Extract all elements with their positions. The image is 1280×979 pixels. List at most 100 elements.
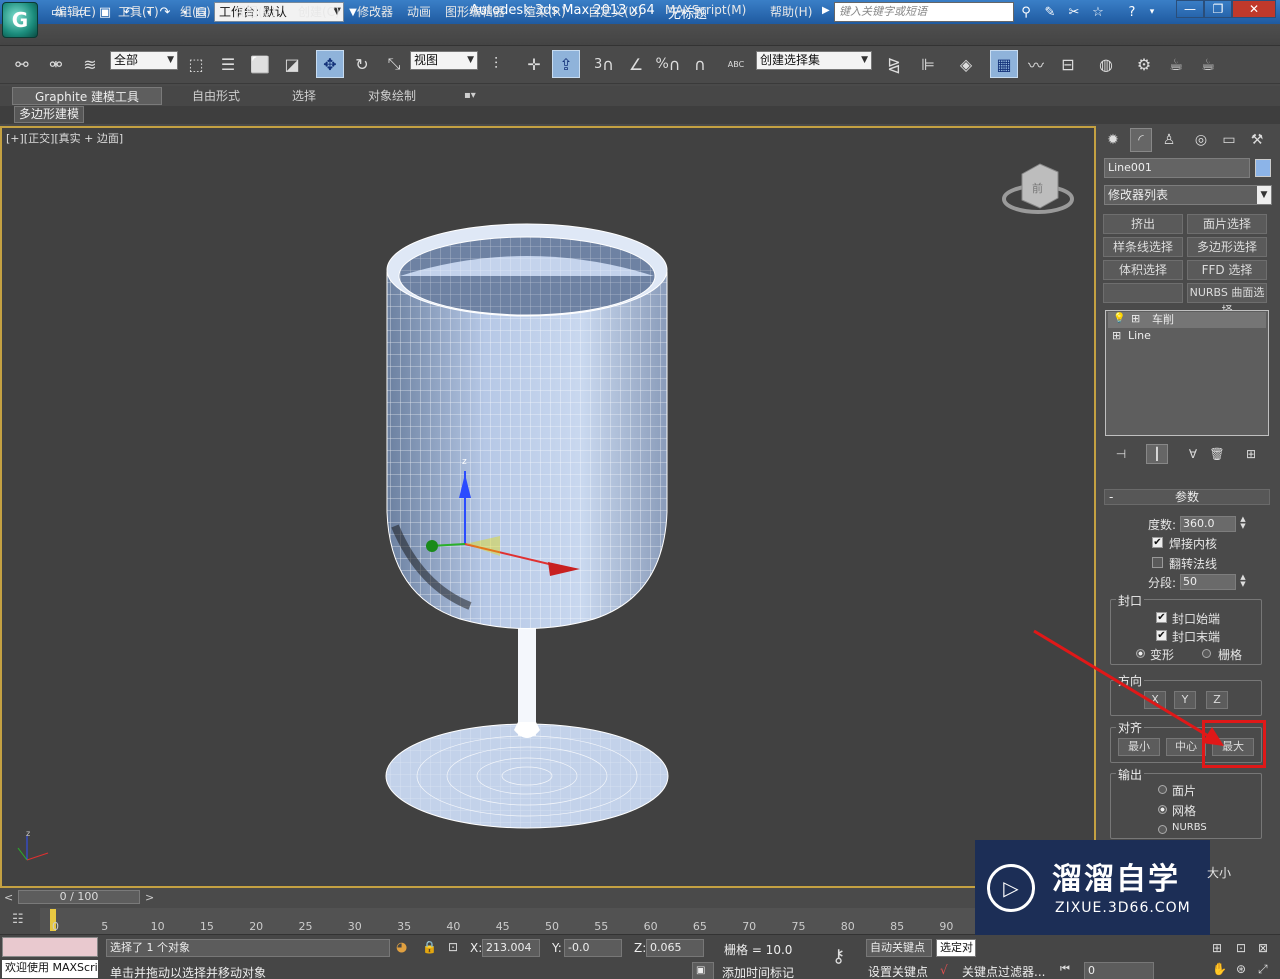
select-scale-icon[interactable]: ⤡	[380, 50, 408, 78]
rendered-frame-window-icon[interactable]: ☕	[1162, 50, 1190, 78]
modify-tab-icon[interactable]: ◜	[1130, 128, 1152, 152]
output-mesh-radio[interactable]	[1158, 805, 1167, 814]
lock-selection-icon[interactable]: 🔒	[422, 940, 437, 954]
parameters-rollout-header[interactable]: - 参数	[1104, 489, 1270, 505]
object-color-swatch[interactable]	[1255, 159, 1271, 177]
tools-icon[interactable]: ✂	[1064, 3, 1084, 21]
mirror-icon[interactable]: ⧎	[880, 50, 908, 78]
create-tab-icon[interactable]: ✹	[1102, 128, 1124, 152]
add-time-tag[interactable]: 添加时间标记	[722, 964, 794, 979]
communication-icon[interactable]: ✎	[1040, 3, 1060, 21]
pin-stack-icon[interactable]: ⊣	[1110, 444, 1132, 464]
select-by-name-icon[interactable]: ☰	[214, 50, 242, 78]
frame-step-icon[interactable]: ⏮	[1060, 962, 1070, 976]
tab-graphite-modeling[interactable]: Graphite 建模工具	[12, 87, 162, 105]
menu-customize[interactable]: 自定义(U)	[588, 3, 642, 20]
binoculars-icon[interactable]: ⚲	[1016, 3, 1036, 21]
app-logo-button[interactable]: G	[2, 2, 38, 38]
pan-icon[interactable]: ✋	[1212, 962, 1227, 976]
zoom-extents-icon[interactable]: ⊡	[1236, 941, 1246, 955]
help-icon[interactable]: ?	[1122, 3, 1142, 21]
menu-views[interactable]: 视图(V)	[234, 3, 276, 20]
modifier-list-select[interactable]: 修改器列表 ▼	[1104, 185, 1272, 205]
polygon-modeling-panel[interactable]: 多边形建模	[14, 106, 85, 123]
cap-start-checkbox[interactable]: ✔	[1156, 612, 1167, 623]
time-next-icon[interactable]: >	[145, 891, 154, 904]
maxscript-mini-listener[interactable]: 欢迎使用 MAXScri	[2, 960, 98, 978]
y-coord-field[interactable]: -0.0	[564, 939, 622, 957]
output-patch-radio[interactable]	[1158, 785, 1167, 794]
time-slider[interactable]: 0 / 100	[18, 890, 140, 904]
nurbs-surface-select-button[interactable]: NURBS 曲面选择	[1187, 283, 1267, 317]
spinner-snap-icon[interactable]: ∩	[686, 50, 714, 78]
graphite-toggle-icon[interactable]: ▦	[990, 50, 1018, 78]
ribbon-options-icon[interactable]: ▪▾	[464, 87, 476, 105]
stack-item-lathe[interactable]: 车削	[1100, 312, 1258, 328]
maxscript-listener[interactable]	[2, 937, 98, 957]
absolute-mode-icon[interactable]: ⊡	[448, 940, 458, 954]
current-frame-field[interactable]: 0	[1084, 962, 1154, 979]
show-end-result-icon[interactable]: ┃	[1146, 444, 1168, 464]
layer-manager-icon[interactable]: ◈	[952, 50, 980, 78]
time-prev-icon[interactable]: <	[4, 891, 13, 904]
menu-animation[interactable]: 动画	[407, 3, 431, 20]
flip-normals-checkbox[interactable]	[1152, 557, 1163, 568]
maximize-icon[interactable]: ❐	[1204, 0, 1232, 18]
stack-item-line[interactable]: Line	[1100, 328, 1258, 344]
help-dropdown-icon[interactable]: ▾	[1142, 3, 1162, 21]
maximize-viewport-icon[interactable]: ⤢	[1258, 962, 1268, 977]
menu-maxscript[interactable]: MAXScript(M)	[665, 3, 746, 17]
time-tag-icon[interactable]: ▣	[692, 962, 714, 979]
tab-freeform[interactable]: 自由形式	[192, 87, 240, 105]
pivot-center-icon[interactable]: ⫶	[482, 50, 510, 78]
key-filters-button[interactable]: 关键点过滤器...	[962, 963, 1045, 979]
empty-modifier-button[interactable]	[1103, 283, 1183, 303]
utilities-tab-icon[interactable]: ⚒	[1246, 128, 1268, 152]
segments-spinner[interactable]: 50 ▲ ▼	[1180, 574, 1246, 590]
spline-select-button[interactable]: 样条线选择	[1103, 237, 1183, 257]
align-icon[interactable]: ⊫	[914, 50, 942, 78]
minimize-icon[interactable]: —	[1176, 0, 1204, 18]
edit-named-selection-icon[interactable]: ABC	[722, 50, 750, 78]
tab-selection[interactable]: 选择	[292, 87, 316, 105]
vol-select-button[interactable]: 体积选择	[1103, 260, 1183, 280]
save-icon[interactable]: ▣	[96, 3, 114, 21]
named-selection-set-select[interactable]: 创建选择集 ▼	[756, 51, 872, 70]
select-object-icon[interactable]: ⬚	[182, 50, 210, 78]
menu-group[interactable]: 组(G)	[180, 3, 211, 20]
curve-editor-icon[interactable]: 〰	[1022, 50, 1050, 78]
remove-modifier-icon[interactable]: 🗑	[1206, 444, 1228, 464]
configure-sets-icon[interactable]: ⊞	[1240, 444, 1262, 464]
auto-key-button[interactable]: 自动关键点	[866, 939, 932, 957]
render-setup-icon[interactable]: ⚙	[1130, 50, 1158, 78]
selection-filter-select[interactable]: 全部 ▼	[110, 51, 178, 70]
orbit-icon[interactable]: ⊛	[1236, 962, 1246, 976]
isolate-icon[interactable]: ◕	[396, 940, 407, 955]
zoom-all-icon[interactable]: ⊠	[1258, 941, 1268, 955]
menu-help[interactable]: 帮助(H)	[770, 3, 812, 20]
search-expand-icon[interactable]: ▶	[822, 5, 830, 16]
select-rotate-icon[interactable]: ↻	[348, 50, 376, 78]
output-nurbs-radio[interactable]	[1158, 825, 1167, 834]
degrees-spinner[interactable]: 360.0 ▲ ▼	[1180, 516, 1246, 532]
object-name-field[interactable]: Line001	[1104, 158, 1250, 178]
material-editor-icon[interactable]: ◍	[1092, 50, 1120, 78]
link-icon[interactable]: ⚯	[8, 50, 36, 78]
close-icon[interactable]: ✕	[1232, 0, 1276, 18]
bind-space-warp-icon[interactable]: ≋	[76, 50, 104, 78]
set-key-icon[interactable]: ⚷	[832, 946, 845, 967]
schematic-view-icon[interactable]: ⊟	[1054, 50, 1082, 78]
key-filters-icon[interactable]: √	[940, 963, 948, 977]
unlink-icon[interactable]: ⚮	[42, 50, 70, 78]
poly-select-button[interactable]: 多边形选择	[1187, 237, 1267, 257]
render-production-icon[interactable]: ☕	[1194, 50, 1222, 78]
menu-edit[interactable]: 编辑(E)	[55, 3, 96, 20]
menu-rendering[interactable]: 渲染(R)	[524, 3, 566, 20]
patch-select-button[interactable]: 面片选择	[1187, 214, 1267, 234]
rectangular-selection-icon[interactable]: ⬜	[246, 50, 274, 78]
search-input[interactable]: 键入关键字或短语	[834, 2, 1014, 22]
window-crossing-icon[interactable]: ◪	[278, 50, 306, 78]
percent-snap-icon[interactable]: % ∩	[654, 50, 682, 78]
motion-tab-icon[interactable]: ◎	[1190, 128, 1212, 152]
star-icon[interactable]: ☆	[1088, 3, 1108, 21]
